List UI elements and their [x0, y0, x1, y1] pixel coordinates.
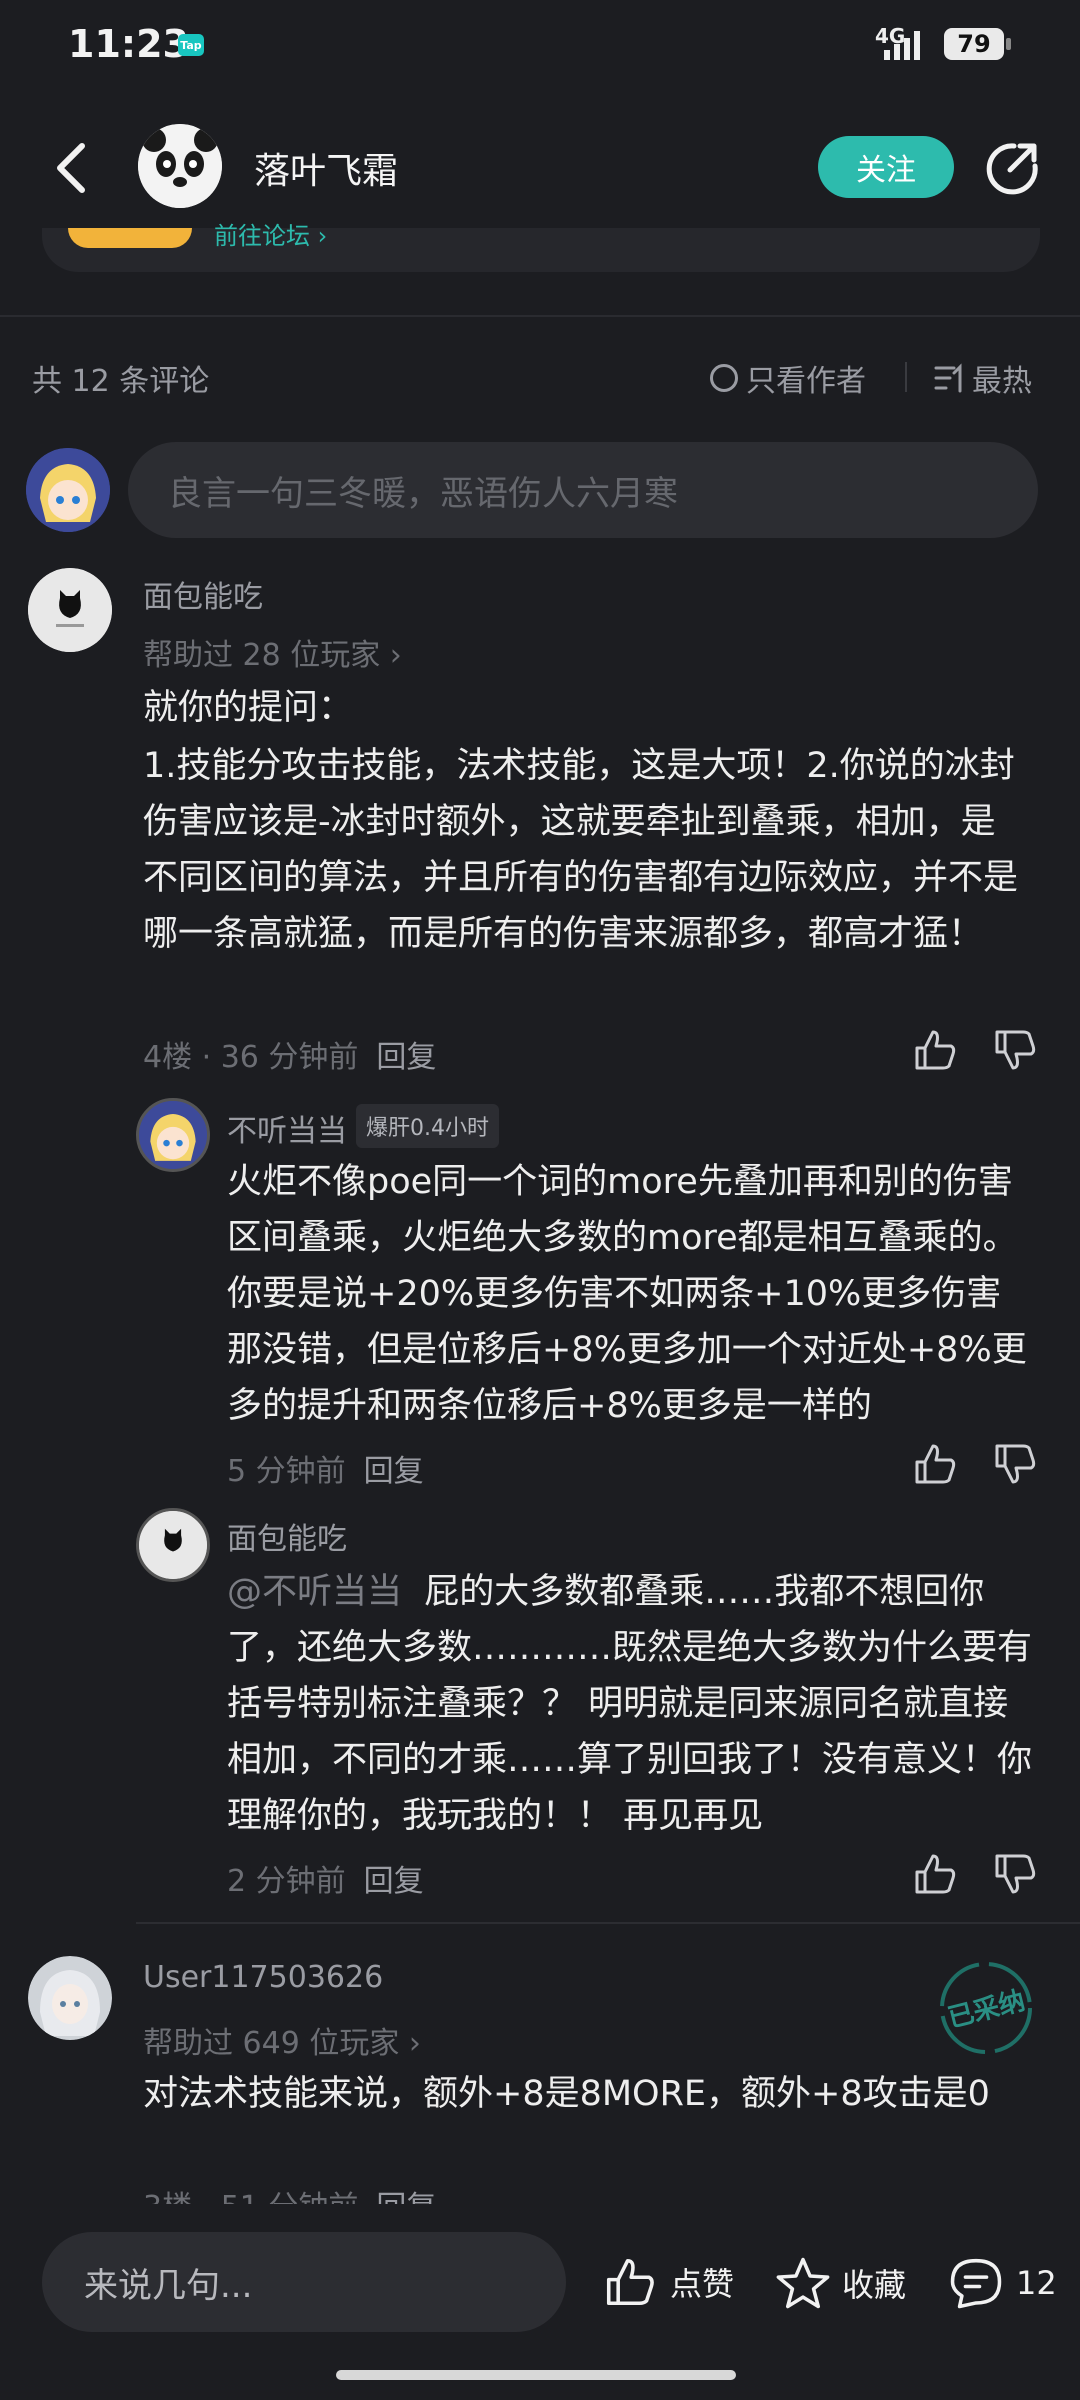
helped-count[interactable]: 帮助过 28 位玩家 ›: [143, 630, 402, 674]
commenter-name[interactable]: User117503626: [143, 1960, 383, 1995]
sort-label: 最热: [972, 364, 1032, 399]
author-only-toggle[interactable]: 只看作者: [710, 356, 866, 400]
section-divider: [0, 315, 1080, 317]
cat-avatar-icon: [28, 568, 112, 652]
forum-card[interactable]: [42, 228, 1040, 272]
adopted-stamp-icon: 已采纳: [940, 1962, 1032, 2054]
mention-link[interactable]: @不听当当: [227, 1572, 402, 1612]
comment-meta: 4楼 · 36 分钟前 回复: [143, 1032, 436, 1076]
reply-time: 5 分钟前: [227, 1454, 346, 1489]
chat-bubble-icon: [950, 2258, 1002, 2309]
reply-button[interactable]: 回复: [376, 2190, 436, 2204]
reply-text: 火炬不像poe同一个词的more先叠加再和别的伤害区间叠乘，火炬绝大多数的mor…: [227, 1162, 1027, 1426]
sort-toggle[interactable]: 最热: [934, 356, 1032, 400]
reply-user-name[interactable]: 不听当当: [227, 1106, 347, 1150]
forum-link[interactable]: 前往论坛 ›: [214, 216, 327, 251]
thumbs-down-icon[interactable]: [993, 1028, 1037, 1072]
thread-divider: [136, 1922, 1080, 1924]
home-indicator[interactable]: [336, 2370, 736, 2380]
comment-text: 1.技能分攻击技能，法术技能，这是大项！2.你说的冰封伤害应该是-冰封时额外，这…: [143, 746, 1019, 954]
page-title: 落叶飞霜: [254, 151, 399, 192]
my-avatar: [26, 448, 110, 532]
share-icon[interactable]: [984, 140, 1040, 196]
cat-avatar-icon: [139, 1511, 207, 1579]
thumbs-up-icon[interactable]: [913, 1852, 957, 1896]
reply-avatar[interactable]: [136, 1508, 210, 1582]
reply-avatar[interactable]: [136, 1098, 210, 1172]
reply-button[interactable]: 回复: [376, 1040, 436, 1075]
floor-time: 3楼 · 51 分钟前: [143, 2190, 358, 2204]
reply-user-name[interactable]: 面包能吃: [227, 1514, 347, 1558]
thumbs-up-icon[interactable]: [913, 1442, 957, 1486]
comment-meta: 3楼 · 51 分钟前 回复: [143, 2182, 436, 2204]
adopted-stamp: 已采纳: [934, 1956, 1038, 2060]
floor-time: 4楼 · 36 分钟前: [143, 1040, 359, 1075]
like-button[interactable]: 点赞: [600, 2256, 734, 2308]
radio-circle-icon: [710, 364, 738, 392]
star-icon: [776, 2257, 830, 2309]
commenter-avatar[interactable]: [28, 1956, 112, 2040]
collect-button[interactable]: 收藏: [774, 2256, 906, 2310]
thumbs-up-icon[interactable]: [913, 1028, 957, 1072]
comment-text: 对法术技能来说，额外+8是8MORE，额外+8攻击是0: [143, 2074, 990, 2114]
anime-avatar-icon: [139, 1101, 207, 1169]
comment-intro: 就你的提问：: [143, 688, 354, 728]
tap-app-icon: Tap: [178, 34, 204, 56]
reply-meta: 5 分钟前 回复: [227, 1446, 424, 1490]
adopted-label: 已采纳: [945, 1985, 1028, 2034]
back-arrow-icon[interactable]: [52, 140, 92, 196]
playtime-badge: 爆肝0.4小时: [356, 1104, 499, 1148]
vertical-separator: [905, 362, 907, 392]
collect-label: 收藏: [842, 2266, 907, 2304]
thumbs-down-icon[interactable]: [993, 1442, 1037, 1486]
thumbs-up-icon: [606, 2258, 654, 2306]
reply-text-block: @不听当当 屁的大多数都叠乘……我都不想回你了，还绝大多数…………既然是绝大多数…: [227, 1564, 1035, 1844]
comment-input[interactable]: 良言一句三冬暖，恶语伤人六月寒: [128, 442, 1038, 538]
reply-time: 2 分钟前: [227, 1864, 346, 1899]
battery-indicator: 79: [944, 28, 1011, 60]
signal-icon: [884, 31, 920, 60]
comment-count: 共 12 条评论: [32, 364, 210, 399]
thumbs-down-icon[interactable]: [993, 1852, 1037, 1896]
panda-avatar-icon: [138, 124, 222, 208]
status-time: 11:23: [68, 22, 189, 66]
sort-icon: [934, 363, 962, 393]
commenter-avatar[interactable]: [28, 568, 112, 652]
commenter-name[interactable]: 面包能吃: [143, 572, 263, 616]
reply-button[interactable]: 回复: [364, 1864, 424, 1899]
like-label: 点赞: [670, 2265, 735, 2303]
follow-button[interactable]: 关注: [818, 136, 954, 198]
reply-meta: 2 分钟前 回复: [227, 1856, 424, 1900]
forum-card-icon: [68, 228, 192, 248]
anime-avatar-icon: [26, 448, 110, 532]
comments-button[interactable]: 12: [946, 2256, 1057, 2310]
helped-count[interactable]: 帮助过 649 位玩家 ›: [143, 2018, 421, 2062]
author-only-label: 只看作者: [746, 364, 866, 399]
author-avatar[interactable]: [138, 124, 222, 208]
reply-button[interactable]: 回复: [364, 1454, 424, 1489]
comments-count: 12: [1016, 2264, 1057, 2302]
bottom-comment-input[interactable]: 来说几句...: [42, 2232, 566, 2332]
anime-avatar-icon: [28, 1956, 112, 2040]
